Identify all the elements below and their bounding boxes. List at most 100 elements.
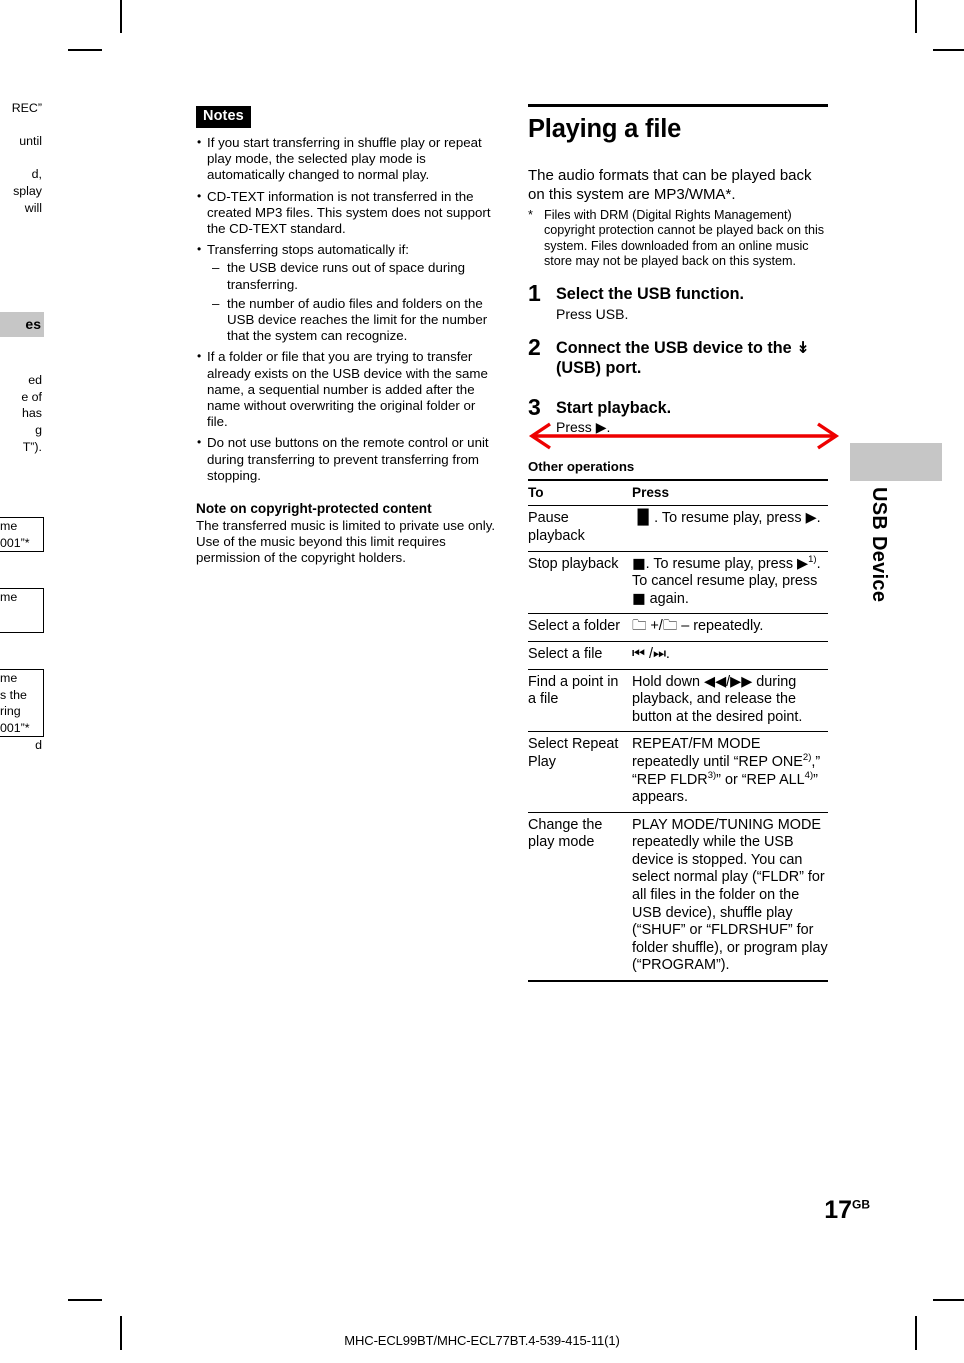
table-cell-to: Select Repeat Play <box>528 731 632 813</box>
cell-text: / <box>644 645 653 662</box>
crop-mark-bottom-left-h <box>68 1299 102 1301</box>
footnote-ref: 1) <box>808 553 817 565</box>
footnote-text: Files with DRM (Digital Rights Managemen… <box>544 208 825 269</box>
step-1: 1 Select the USB function. Press USB. <box>528 280 828 323</box>
cell-text: +/ <box>646 618 663 635</box>
note-subitem: the USB device runs out of space during … <box>212 260 496 292</box>
notes-badge: Notes <box>196 106 251 128</box>
manual-page: REC” until d, splay will es ed e of has … <box>0 0 964 1363</box>
other-operations-heading: Other operations <box>528 459 635 475</box>
red-annotation-arrow <box>528 422 840 450</box>
step-heading: Connect the USB device to the ↡ (USB) po… <box>556 338 828 379</box>
footnote-ref: 3) <box>707 769 717 781</box>
intro-paragraph: The audio formats that can be played bac… <box>528 167 812 204</box>
pause-icon: ▐▌ <box>632 510 655 527</box>
page-number-suffix: GB <box>852 1197 870 1212</box>
crop-mark-top-right-h <box>933 49 964 51</box>
bleed-notes-badge: es <box>0 312 44 338</box>
notes-sublist: the USB device runs out of space during … <box>212 260 496 344</box>
table-cell-press: 🗀 +/🗀 – repeatedly. <box>632 613 828 642</box>
section-rule <box>528 104 828 108</box>
table-cell-press: PLAY MODE/TUNING MODE repeatedly while t… <box>632 812 828 983</box>
step-heading-pre: Connect the USB device to the <box>556 338 797 357</box>
copyright-heading: Note on copyright-protected content <box>196 501 432 517</box>
play-icon: ▶ <box>797 555 809 572</box>
note-item: CD-TEXT information is not transferred i… <box>196 188 496 238</box>
table-row: Pause playback ▐▌. To resume play, press … <box>528 505 828 552</box>
crop-mark-top-left <box>120 0 122 33</box>
cell-text: ” or “REP ALL <box>716 771 805 788</box>
notes-list: If you start transferring in shuffle pla… <box>196 134 496 258</box>
table-cell-to: Pause playback <box>528 505 632 552</box>
crop-mark-top-right <box>915 0 917 33</box>
column-header-press: Press <box>632 479 828 507</box>
usb-trident-icon: ↡ <box>796 337 810 357</box>
step-heading-post: (USB) port. <box>556 359 642 378</box>
footnote-ref: 4) <box>804 769 814 781</box>
note-item: If you start transferring in shuffle pla… <box>196 134 496 184</box>
cell-text: . <box>816 510 821 527</box>
crop-mark-bottom-right-h <box>933 1299 964 1301</box>
step-heading: Start playback. <box>556 398 672 417</box>
table-cell-press: ⏮ /⏭. <box>632 641 828 670</box>
stop-icon: ■ <box>632 590 646 607</box>
step-number: 3 <box>528 393 541 420</box>
folder-icon: 🗀 <box>632 618 647 635</box>
table-row: Select a file ⏮ /⏭. <box>528 641 828 670</box>
table-cell-to: Stop playback <box>528 551 632 615</box>
play-icon: ▶ <box>805 510 817 527</box>
bleed-fragment: ed <box>28 373 42 388</box>
bleed-fragment: d, <box>31 167 42 182</box>
bleed-fragment: e of <box>21 389 42 404</box>
copyright-body: The transferred music is limited to priv… <box>196 518 496 566</box>
notes-list-continued: If a folder or file that you are trying … <box>196 348 496 484</box>
note-item: Transferring stops automatically if: <box>196 241 496 258</box>
step-number: 1 <box>528 280 541 307</box>
bleed-cell: me <box>0 519 18 534</box>
table-row: Select Repeat Play REPEAT/FM MODE repeate… <box>528 731 828 813</box>
page-number-value: 17 <box>824 1196 852 1224</box>
note-subitem: the number of audio files and folders on… <box>212 296 496 345</box>
bleed-fragment: has <box>22 406 42 421</box>
bleed-cell-empty <box>0 606 43 632</box>
bleed-table-3: me s the ring 001”* <box>0 668 44 738</box>
table-cell-to: Select a file <box>528 641 632 670</box>
bleed-fragment: g <box>35 422 42 437</box>
bleed-cell: me <box>0 670 18 685</box>
side-tab-label: USB Device <box>868 487 890 603</box>
cell-text: . To resume play, press <box>645 555 798 572</box>
fast-forward-icon: ▶▶ <box>730 673 753 690</box>
bleed-table-1: me 001”* <box>0 517 44 553</box>
column-header-to: To <box>528 479 632 507</box>
footnote-marker: * <box>528 208 533 223</box>
table-row: Find a point in a file Hold down ◀◀/▶▶ du… <box>528 669 828 733</box>
bleed-cell: s the ring <box>0 687 27 719</box>
next-track-icon: ⏭ <box>652 645 666 662</box>
bleed-fragment: until <box>19 134 42 149</box>
stop-icon: ■ <box>632 555 646 572</box>
document-footer: MHC-ECL99BT/MHC-ECL77BT.4-539-415-11(1) <box>344 1333 620 1348</box>
cell-text: PLAY MODE/TUNING MODE repeatedly while t… <box>632 816 828 974</box>
table-row: Select a folder 🗀 +/🗀 – repeatedly. <box>528 613 828 642</box>
cell-text: . To resume play, press <box>654 510 806 527</box>
other-operations-table: To Press Pause playback ▐▌. To resume pla… <box>528 479 828 983</box>
table-cell-press: ▐▌. To resume play, press ▶. <box>632 505 828 552</box>
cell-text: Hold down <box>632 673 704 690</box>
bleed-cell: me <box>0 590 18 605</box>
step-heading: Select the USB function. <box>556 285 744 304</box>
table-header-row: To Press <box>528 479 828 507</box>
section-title: Playing a file <box>528 115 682 144</box>
left-content-column: Notes If you start transferring in shuff… <box>196 106 496 567</box>
step-2: 2 Connect the USB device to the ↡ (USB) … <box>528 334 828 379</box>
bleed-fragment: T”). <box>22 439 42 454</box>
bleed-fragment: splay <box>13 183 42 198</box>
page-number: 17GB <box>760 1196 870 1224</box>
cell-text: . <box>665 645 670 662</box>
note-item: If a folder or file that you are trying … <box>196 348 496 430</box>
step-number: 2 <box>528 333 541 360</box>
facing-page-bleed: REC” until d, splay will es ed e of has … <box>0 100 44 754</box>
side-tab-block <box>850 443 942 481</box>
folder-icon: 🗀 <box>662 618 678 635</box>
table-cell-to: Select a folder <box>528 613 632 642</box>
table-cell-to: Find a point in a file <box>528 669 632 733</box>
